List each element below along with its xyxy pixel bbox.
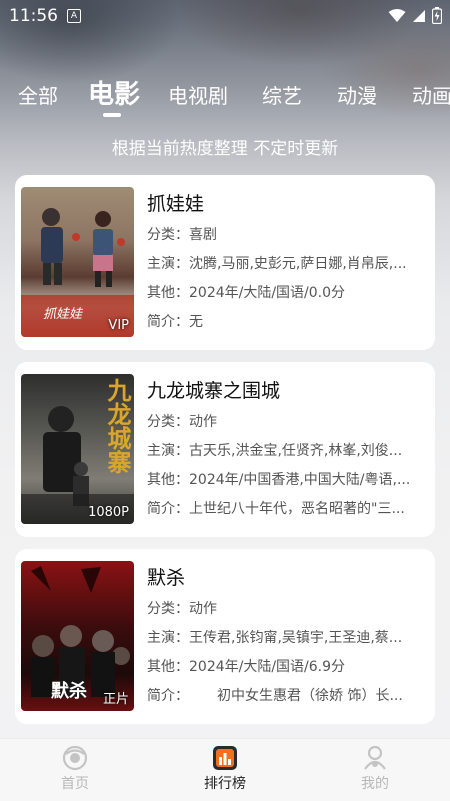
cast-value: 古天乐,洪金宝,任贤齐,林峯,刘俊... (189, 443, 403, 459)
category-label: 分类： (147, 227, 189, 243)
nav-ranking-label: 排行榜 (204, 776, 246, 792)
movie-poster[interactable]: 默杀 正片 (21, 561, 134, 711)
tab-anime[interactable]: 动漫 (337, 80, 377, 109)
other-value: 2024年/中国香港,中国大陆/粤语,... (189, 472, 411, 488)
category-value: 喜剧 (189, 227, 217, 243)
ranking-icon (213, 746, 237, 770)
cast-label: 主演： (147, 443, 189, 459)
movie-cast: 主演：古天乐,洪金宝,任贤齐,林峯,刘俊... (147, 440, 421, 460)
movie-intro: 简介： 初中女生惠君（徐娇 饰）长... (147, 685, 421, 705)
movie-other: 其他：2024年/中国香港,中国大陆/粤语,... (147, 469, 421, 489)
poster-badge: 1080P (88, 505, 129, 520)
signal-icon (413, 9, 425, 22)
other-label: 其他： (147, 472, 189, 488)
movie-other: 其他：2024年/大陆/国语/0.0分 (147, 282, 421, 302)
profile-icon (364, 745, 386, 770)
nav-home[interactable]: 首页 (25, 745, 125, 793)
intro-label: 简介： (147, 314, 189, 330)
other-value: 2024年/大陆/国语/6.9分 (189, 659, 346, 675)
movie-intro: 简介：上世纪八十年代，恶名昭著的"三... (147, 498, 421, 518)
category-label: 分类： (147, 601, 189, 617)
cast-label: 主演： (147, 256, 189, 272)
nav-ranking[interactable]: 排行榜 (175, 745, 275, 793)
movie-intro: 简介：无 (147, 311, 421, 331)
movie-card[interactable]: 默杀 正片 默杀 分类：动作 主演：王传君,张钧甯,吴镇宇,王圣迪,蔡... 其… (15, 549, 435, 724)
nav-home-label: 首页 (61, 776, 89, 792)
movie-poster[interactable]: 抓娃娃 VIP (21, 187, 134, 337)
category-value: 动作 (189, 601, 217, 617)
movie-cast: 主演：王传君,张钧甯,吴镇宇,王圣迪,蔡... (147, 627, 421, 647)
movie-poster[interactable]: 九龙城寨 1080P (21, 374, 134, 524)
poster-title-text: 默杀 (51, 681, 87, 702)
movie-card[interactable]: 抓娃娃 VIP 抓娃娃 分类：喜剧 主演：沈腾,马丽,史彭元,萨日娜,肖帛辰,.… (15, 175, 435, 350)
movie-title: 抓娃娃 (147, 193, 205, 215)
intro-label: 简介： (147, 501, 189, 517)
cast-value: 王传君,张钧甯,吴镇宇,王圣迪,蔡... (189, 630, 403, 646)
wifi-icon (388, 8, 406, 22)
intro-value: 上世纪八十年代，恶名昭著的"三... (189, 501, 405, 517)
movie-cast: 主演：沈腾,马丽,史彭元,萨日娜,肖帛辰,... (147, 253, 421, 273)
cast-label: 主演： (147, 630, 189, 646)
nav-profile-label: 我的 (361, 776, 389, 792)
other-value: 2024年/大陆/国语/0.0分 (189, 285, 346, 301)
intro-label: 简介： (147, 688, 189, 704)
home-icon (62, 745, 88, 771)
movie-title: 默杀 (147, 567, 186, 589)
cast-value: 沈腾,马丽,史彭元,萨日娜,肖帛辰,... (189, 256, 407, 272)
battery-icon (432, 7, 442, 24)
category-label: 分类： (147, 414, 189, 430)
status-bar: 11:56 A (0, 0, 450, 32)
tab-animation[interactable]: 动画 (412, 80, 450, 109)
status-icons (388, 7, 442, 24)
category-tabs: 全部 电影 电视剧 综艺 动漫 动画 (0, 70, 450, 120)
tab-tv-series[interactable]: 电视剧 (168, 80, 228, 109)
status-time: 11:56 (9, 6, 58, 26)
ranking-subtitle: 根据当前热度整理 不定时更新 (111, 139, 339, 159)
tab-all[interactable]: 全部 (18, 80, 58, 109)
intro-value: 初中女生惠君（徐娇 饰）长... (217, 688, 403, 704)
poster-badge: 正片 (102, 692, 129, 707)
bottom-navigation: 首页 排行榜 我的 (0, 738, 450, 801)
movie-category: 分类：喜剧 (147, 224, 421, 244)
tab-movies[interactable]: 电影 (88, 74, 140, 111)
active-tab-indicator (103, 113, 121, 117)
category-value: 动作 (189, 414, 217, 430)
movie-category: 分类：动作 (147, 411, 421, 431)
other-label: 其他： (147, 659, 189, 675)
movie-other: 其他：2024年/大陆/国语/6.9分 (147, 656, 421, 676)
intro-value: 无 (189, 314, 203, 330)
poster-badge: VIP (108, 318, 129, 333)
movie-card[interactable]: 九龙城寨 1080P 九龙城寨之围城 分类：动作 主演：古天乐,洪金宝,任贤齐,… (15, 362, 435, 537)
notification-app-icon: A (67, 9, 81, 23)
movie-category: 分类：动作 (147, 598, 421, 618)
nav-profile[interactable]: 我的 (325, 745, 425, 793)
other-label: 其他： (147, 285, 189, 301)
poster-title-text: 抓娃娃 (43, 307, 83, 322)
tab-variety[interactable]: 综艺 (262, 80, 302, 109)
poster-title-text: 九龙城寨 (103, 378, 131, 474)
movie-title: 九龙城寨之围城 (147, 380, 281, 402)
